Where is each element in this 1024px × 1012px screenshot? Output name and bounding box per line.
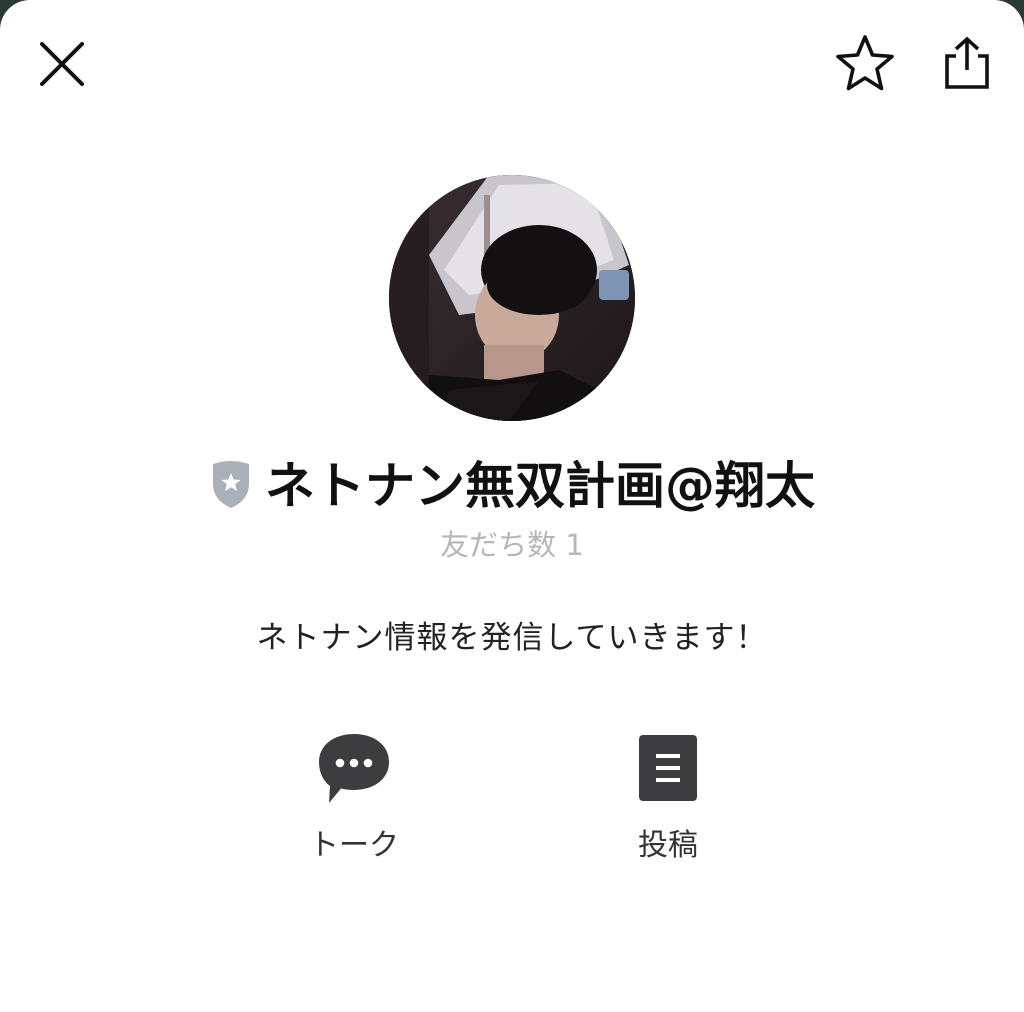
- talk-button[interactable]: トーク: [274, 728, 434, 868]
- share-icon: [945, 36, 989, 89]
- chat-bubble-icon: [319, 734, 389, 803]
- close-icon: [40, 42, 84, 86]
- avatar[interactable]: [389, 175, 635, 421]
- post-button[interactable]: 投稿: [588, 728, 748, 868]
- account-name: ネトナン無双計画@翔太: [265, 457, 815, 515]
- share-button[interactable]: [936, 30, 998, 96]
- verified-shield-icon: [213, 461, 249, 508]
- star-outline-icon: [836, 35, 894, 91]
- talk-label: トーク: [309, 828, 399, 863]
- post-label: 投稿: [638, 828, 698, 863]
- profile-name-row: ネトナン無双計画@翔太: [0, 446, 1024, 518]
- friend-count: 友だち数 1: [440, 528, 584, 562]
- status-message: ネトナン情報を発信していきます！: [256, 620, 768, 656]
- profile-sheet: ネトナン無双計画@翔太 友だち数 1 ネトナン情報を発信していきます！ トーク …: [0, 0, 1024, 1012]
- profile-photo: [389, 175, 635, 421]
- close-button[interactable]: [32, 34, 92, 94]
- post-list-icon: [639, 735, 697, 801]
- favorite-button[interactable]: [832, 30, 898, 96]
